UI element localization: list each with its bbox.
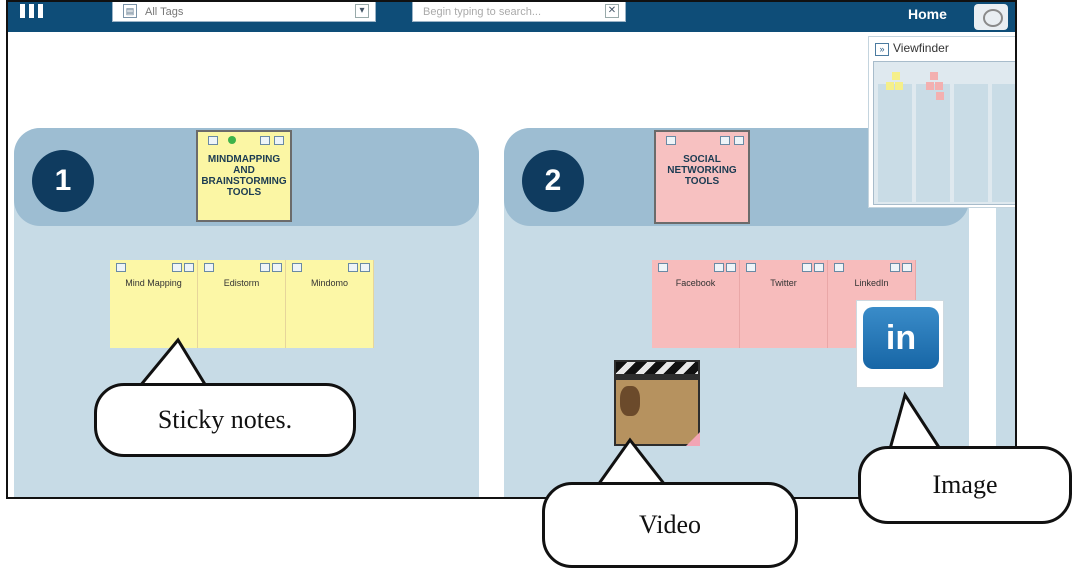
sticky-notes-callout: Sticky notes. (94, 383, 356, 457)
image-callout-tail (888, 391, 942, 450)
image-callout: Image (858, 446, 1072, 524)
video-callout: Video (542, 482, 798, 568)
sticky-callout-tail (138, 337, 208, 387)
video-callout-tail (596, 437, 667, 486)
callout-text: Image (932, 470, 998, 499)
callout-text: Sticky notes. (157, 405, 293, 434)
callout-text: Video (639, 510, 701, 539)
